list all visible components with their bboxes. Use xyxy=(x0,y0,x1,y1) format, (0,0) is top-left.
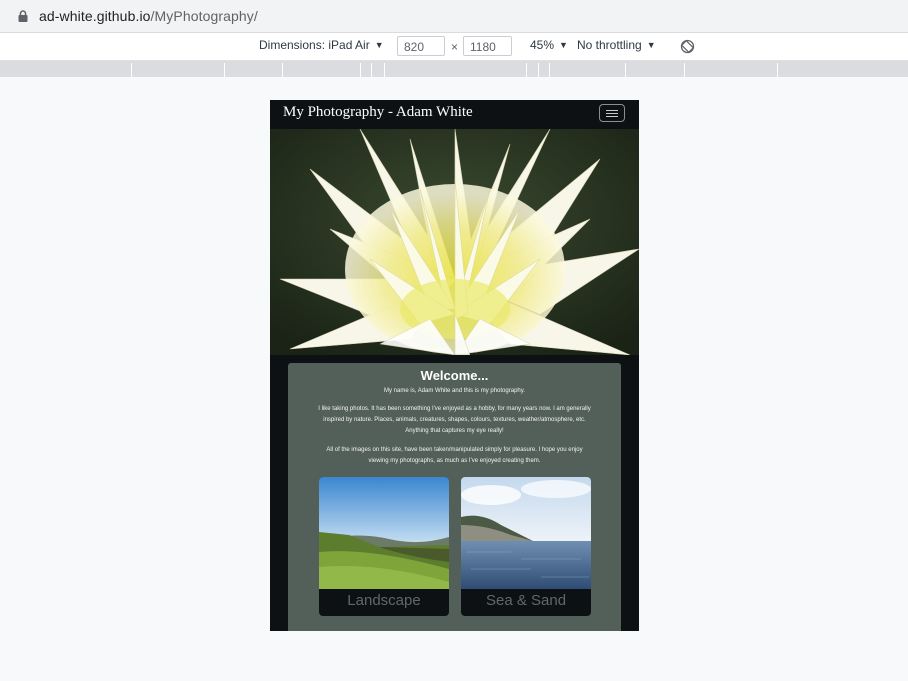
ruler-tick xyxy=(625,63,626,77)
hamburger-line xyxy=(606,112,618,114)
landscape-card[interactable]: Landscape xyxy=(319,477,449,616)
height-input[interactable]: 1180 xyxy=(463,36,512,56)
landscape-caption: Landscape xyxy=(347,592,421,609)
url-text[interactable]: ad-white.github.io/MyPhotography/ xyxy=(39,8,258,24)
caret-down-icon: ▼ xyxy=(374,40,384,50)
hamburger-line xyxy=(606,115,618,117)
lock-icon[interactable] xyxy=(18,10,28,22)
intro-paragraph: My name is, Adam White and this is my ph… xyxy=(384,388,525,394)
address-bar[interactable]: ad-white.github.io/MyPhotography/ xyxy=(0,0,908,33)
ruler-tick xyxy=(282,63,283,77)
welcome-card: Welcome... My name is, Adam White and th… xyxy=(288,363,621,631)
ruler-tick xyxy=(131,63,132,77)
ruler-tick xyxy=(224,63,225,77)
url-host: ad-white.github.io xyxy=(39,8,151,24)
device-toolbar: Dimensions: iPad Air ▼ 820 × 1180 45% ▼ … xyxy=(0,33,908,61)
ruler-tick xyxy=(777,63,778,77)
dimensions-dropdown[interactable]: Dimensions: iPad Air ▼ xyxy=(259,38,384,52)
zoom-dropdown[interactable]: 45% ▼ xyxy=(530,38,568,52)
hobby-paragraph: I like taking photos. It has been someth… xyxy=(318,406,591,434)
sea-and-sand-card[interactable]: Sea & Sand xyxy=(461,477,591,616)
throttling-dropdown[interactable]: No throttling ▼ xyxy=(577,38,656,52)
sea-and-sand-caption: Sea & Sand xyxy=(485,592,567,609)
dimensions-label: Dimensions: iPad Air xyxy=(259,38,370,52)
device-viewport: My Photography - Adam White Welcome... M… xyxy=(270,100,639,631)
ruler-tick xyxy=(371,63,372,77)
navbar-brand[interactable]: My Photography - Adam White xyxy=(283,104,473,121)
sea-photo xyxy=(461,477,591,589)
ruler-tick xyxy=(526,63,527,77)
ruler-tick xyxy=(549,63,550,77)
times-icon: × xyxy=(451,40,459,54)
caret-down-icon: ▼ xyxy=(559,40,568,50)
landscape-photo xyxy=(319,477,449,589)
ruler-tick xyxy=(538,63,539,77)
width-input[interactable]: 820 xyxy=(397,36,445,56)
hamburger-line xyxy=(606,109,618,111)
ruler-tick xyxy=(384,63,385,77)
caret-down-icon: ▼ xyxy=(646,40,656,50)
rotate-icon[interactable] xyxy=(680,39,695,57)
zoom-label: 45% xyxy=(530,38,555,52)
menu-toggle-button[interactable] xyxy=(599,104,625,122)
ruler-tick xyxy=(684,63,685,77)
throttling-label: No throttling xyxy=(577,38,642,52)
url-path: /MyPhotography/ xyxy=(150,8,258,24)
media-query-ruler[interactable] xyxy=(0,61,908,77)
hero-flower-image xyxy=(270,129,639,355)
pleasure-paragraph: All of the images on this site, have bee… xyxy=(326,447,583,464)
ruler-tick xyxy=(360,63,361,77)
welcome-heading: Welcome... xyxy=(420,368,489,383)
navbar: My Photography - Adam White xyxy=(270,100,639,129)
